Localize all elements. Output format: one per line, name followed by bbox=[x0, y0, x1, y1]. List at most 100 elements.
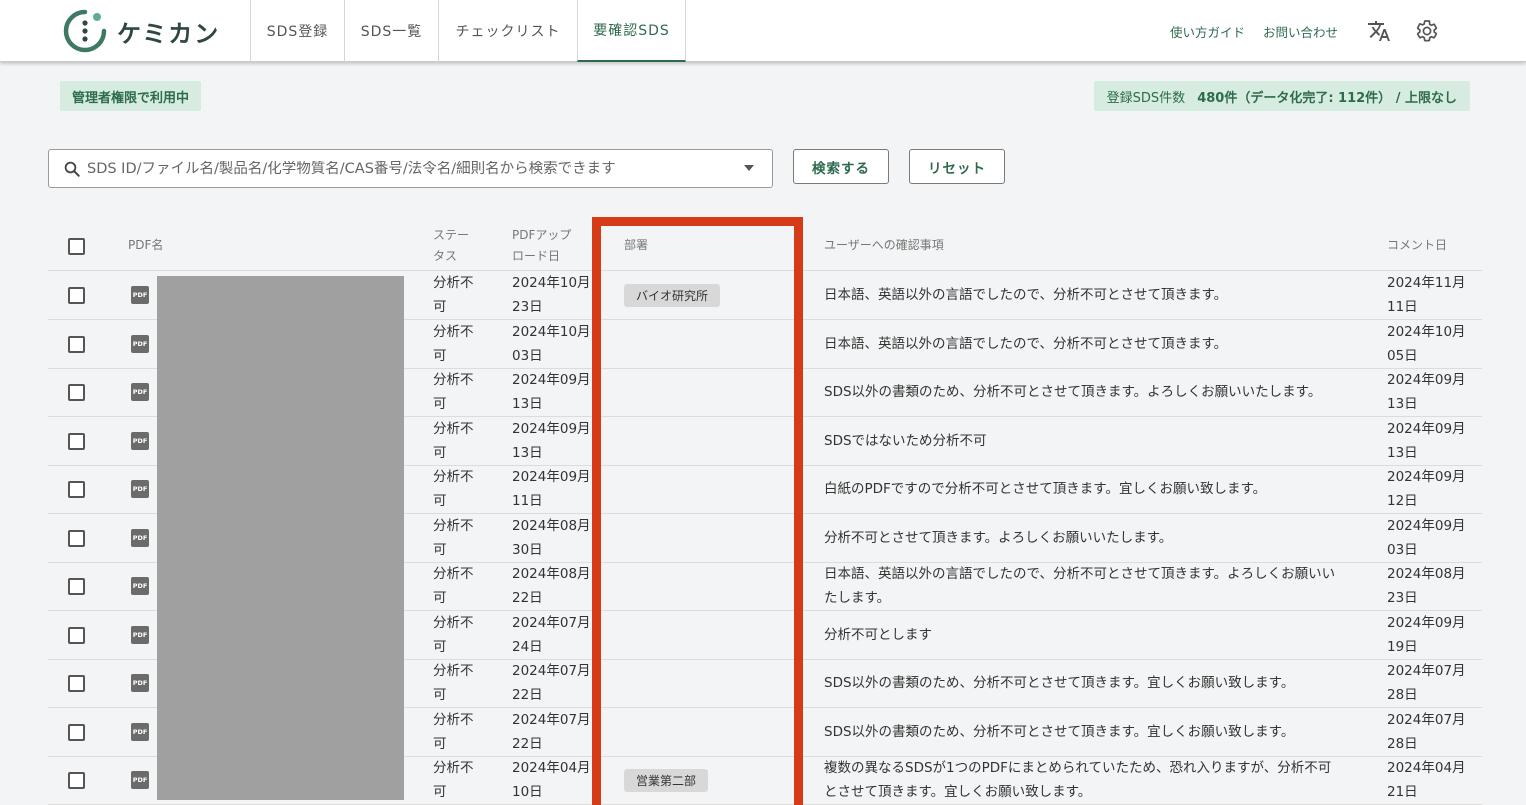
app-header: ケミカン SDS登録 SDS一覧 チェックリスト 要確認SDS 使い方ガイド お… bbox=[0, 0, 1526, 62]
row-checkbox[interactable] bbox=[68, 578, 85, 595]
count-label: 登録SDS件数 bbox=[1106, 90, 1186, 106]
status-cell: 分析不可 bbox=[433, 368, 474, 416]
comment-date-cell-line2: 13日 bbox=[1387, 396, 1418, 412]
guide-link[interactable]: 使い方ガイド bbox=[1170, 22, 1245, 41]
row-checkbox[interactable] bbox=[68, 675, 85, 692]
status-cell-line2: 可 bbox=[433, 445, 447, 461]
status-cell-line2: 可 bbox=[433, 784, 447, 800]
col-comment-date[interactable]: コメント日 bbox=[1387, 235, 1447, 256]
row-checkbox[interactable] bbox=[68, 724, 85, 741]
status-cell-line1: 分析不 bbox=[433, 518, 474, 534]
upload-date-cell-line1: 2024年09月 bbox=[512, 421, 591, 437]
confirmation-cell: SDS以外の書類のため、分析不可とさせて頂きます。宜しくお願い致します。 bbox=[824, 720, 1294, 744]
row-checkbox[interactable] bbox=[68, 530, 85, 547]
row-checkbox[interactable] bbox=[68, 481, 85, 498]
row-checkbox[interactable] bbox=[68, 627, 85, 644]
upload-date-cell-line1: 2024年10月 bbox=[512, 275, 591, 291]
comment-date-cell-line2: 19日 bbox=[1387, 639, 1418, 655]
upload-date-cell-line1: 2024年07月 bbox=[512, 663, 591, 679]
pdf-file-icon[interactable]: PDF bbox=[131, 771, 149, 789]
comment-date-cell-line1: 2024年09月 bbox=[1387, 421, 1466, 437]
pdf-file-icon[interactable]: PDF bbox=[131, 529, 149, 547]
comment-date-cell: 2024年09月 13日 bbox=[1387, 417, 1466, 465]
col-confirmation[interactable]: ユーザーへの確認事項 bbox=[824, 235, 944, 256]
pdf-file-icon[interactable]: PDF bbox=[131, 723, 149, 741]
confirmation-cell-line2: とさせて頂きます。宜しくお願い致します。 bbox=[824, 784, 1092, 800]
comment-date-cell-line1: 2024年09月 bbox=[1387, 518, 1466, 534]
search-button[interactable]: 検索する bbox=[793, 149, 889, 184]
status-cell: 分析不可 bbox=[433, 611, 474, 659]
comment-date-cell-line1: 2024年07月 bbox=[1387, 663, 1466, 679]
status-cell: 分析不可 bbox=[433, 417, 474, 465]
status-cell-line1: 分析不 bbox=[433, 275, 474, 291]
tab-review-sds[interactable]: 要確認SDS bbox=[577, 0, 686, 62]
comment-date-cell-line1: 2024年04月 bbox=[1387, 760, 1466, 776]
gear-icon[interactable] bbox=[1414, 18, 1440, 44]
upload-date-cell-line2: 13日 bbox=[512, 445, 543, 461]
col-status[interactable]: ステー タス bbox=[433, 225, 469, 267]
col-upload-line1: PDFアップ bbox=[512, 228, 572, 242]
row-checkbox[interactable] bbox=[68, 384, 85, 401]
upload-date-cell: 2024年08月 22日 bbox=[512, 562, 591, 610]
col-status-line1: ステー bbox=[433, 228, 470, 242]
count-value: 480件（データ化完了: 112件） / 上限なし bbox=[1197, 90, 1457, 106]
row-checkbox[interactable] bbox=[68, 433, 85, 450]
status-cell-line1: 分析不 bbox=[433, 663, 474, 679]
pdf-file-icon[interactable]: PDF bbox=[131, 286, 149, 304]
confirmation-cell: 白紙のPDFですので分析不可とさせて頂きます。宜しくお願い致します。 bbox=[824, 477, 1266, 501]
upload-date-cell-line2: 24日 bbox=[512, 639, 543, 655]
upload-date-cell: 2024年08月 30日 bbox=[512, 514, 591, 562]
confirmation-cell: 分析不可とします bbox=[824, 623, 932, 647]
row-checkbox[interactable] bbox=[68, 772, 85, 789]
status-cell-line1: 分析不 bbox=[433, 615, 474, 631]
confirmation-cell-line1: 分析不可とします bbox=[824, 627, 932, 643]
col-pdf-name[interactable]: PDF名 bbox=[128, 235, 163, 256]
upload-date-cell-line2: 30日 bbox=[512, 542, 543, 558]
upload-date-cell-line1: 2024年09月 bbox=[512, 469, 591, 485]
chevron-down-icon[interactable] bbox=[744, 165, 754, 171]
pdf-file-icon[interactable]: PDF bbox=[131, 674, 149, 692]
upload-date-cell-line2: 10日 bbox=[512, 784, 543, 800]
search-box[interactable] bbox=[48, 149, 773, 188]
pdf-file-icon[interactable]: PDF bbox=[131, 335, 149, 353]
reset-button[interactable]: リセット bbox=[909, 149, 1005, 184]
comment-date-cell: 2024年09月 13日 bbox=[1387, 368, 1466, 416]
status-cell: 分析不可 bbox=[433, 514, 474, 562]
comment-date-cell-line1: 2024年09月 bbox=[1387, 372, 1466, 388]
row-checkbox[interactable] bbox=[68, 287, 85, 304]
select-all-checkbox[interactable] bbox=[68, 238, 85, 255]
pdf-file-icon[interactable]: PDF bbox=[131, 383, 149, 401]
pdf-file-icon[interactable]: PDF bbox=[131, 480, 149, 498]
confirmation-cell: 分析不可とさせて頂きます。よろしくお願いいたします。 bbox=[824, 526, 1172, 550]
upload-date-cell: 2024年07月 22日 bbox=[512, 708, 591, 756]
comment-date-cell-line2: 05日 bbox=[1387, 348, 1418, 364]
pdf-file-icon[interactable]: PDF bbox=[131, 577, 149, 595]
search-icon bbox=[64, 161, 80, 177]
status-cell: 分析不可 bbox=[433, 320, 474, 368]
comment-date-cell-line2: 23日 bbox=[1387, 590, 1418, 606]
status-cell: 分析不可 bbox=[433, 756, 474, 804]
tab-sds-list[interactable]: SDS一覧 bbox=[344, 0, 438, 62]
status-cell-line1: 分析不 bbox=[433, 712, 474, 728]
tab-sds-register[interactable]: SDS登録 bbox=[250, 0, 344, 62]
comment-date-cell-line1: 2024年11月 bbox=[1387, 275, 1466, 291]
status-cell-line2: 可 bbox=[433, 493, 447, 509]
pdf-file-icon[interactable]: PDF bbox=[131, 432, 149, 450]
tab-checklist[interactable]: チェックリスト bbox=[438, 0, 577, 62]
col-status-line2: タス bbox=[433, 249, 458, 263]
comment-date-cell: 2024年10月 05日 bbox=[1387, 320, 1466, 368]
search-input[interactable] bbox=[87, 160, 727, 177]
comment-date-cell-line1: 2024年09月 bbox=[1387, 469, 1466, 485]
upload-date-cell-line1: 2024年08月 bbox=[512, 518, 591, 534]
pdf-file-icon[interactable]: PDF bbox=[131, 626, 149, 644]
status-cell: 分析不可 bbox=[433, 562, 474, 610]
contact-link[interactable]: お問い合わせ bbox=[1263, 22, 1338, 41]
row-checkbox[interactable] bbox=[68, 336, 85, 353]
col-upload-date[interactable]: PDFアップ ロード日 bbox=[512, 225, 571, 267]
upload-date-cell: 2024年09月 13日 bbox=[512, 417, 591, 465]
comment-date-cell: 2024年07月 28日 bbox=[1387, 659, 1466, 707]
translate-icon[interactable] bbox=[1366, 18, 1392, 44]
comment-date-cell-line2: 11日 bbox=[1387, 299, 1418, 315]
comment-date-cell-line1: 2024年09月 bbox=[1387, 615, 1466, 631]
logo[interactable]: ケミカン bbox=[63, 9, 220, 53]
